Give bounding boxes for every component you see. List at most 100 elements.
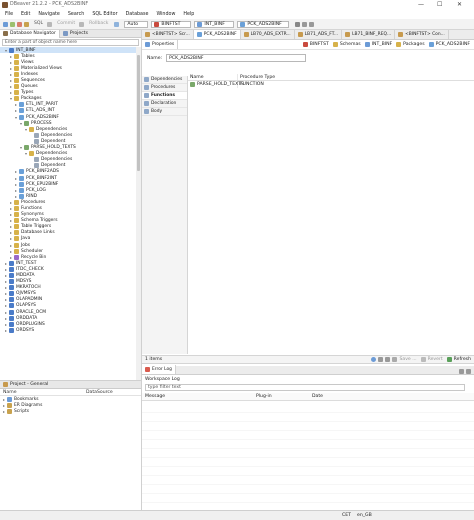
tab-database-navigator[interactable]: Database Navigator: [0, 29, 60, 38]
minimize-panel-icon[interactable]: [459, 369, 464, 374]
menu-window[interactable]: Window: [156, 12, 175, 17]
tree-node-icon: [19, 169, 24, 175]
project-col-datasource[interactable]: DataSource: [86, 390, 113, 395]
side-tab-procedures[interactable]: Procedures: [142, 84, 187, 92]
navigator-scrollbar[interactable]: [136, 47, 141, 380]
tree-node-icon: [14, 59, 19, 65]
tree-item-label: PCK_ADS2BINF: [26, 114, 59, 120]
side-tab-icon: [144, 109, 149, 114]
sql-editor-icon[interactable]: [24, 21, 29, 27]
tree-item-label: Java: [21, 236, 31, 242]
tree-item-label: Packages: [21, 96, 42, 102]
log-filter-input[interactable]: type filter text: [145, 384, 465, 391]
breadcrumb-item[interactable]: BINFTST: [302, 42, 329, 47]
project-item[interactable]: ▸ Scripts: [0, 408, 141, 414]
breadcrumb-icon: [332, 42, 338, 47]
tab-projects[interactable]: Projects: [60, 30, 91, 38]
revert-button[interactable]: Revert: [428, 357, 443, 362]
tree-item-label: Dependencies: [41, 157, 73, 163]
menu-edit[interactable]: Edit: [21, 12, 30, 17]
breadcrumb-item[interactable]: Schemas: [332, 42, 361, 47]
tree-item-label: OLAPSYS: [16, 303, 36, 309]
minimize-button[interactable]: —: [418, 1, 424, 8]
side-tab-declaration[interactable]: Declaration: [142, 100, 187, 108]
rollback-button[interactable]: Rollback: [89, 21, 108, 27]
maximize-button[interactable]: ☐: [437, 1, 442, 8]
back-icon[interactable]: [302, 21, 308, 27]
folder-icon: [7, 402, 12, 408]
breadcrumb-item[interactable]: PCK_ADS2BINF: [428, 42, 470, 47]
tree-node-icon: [14, 212, 19, 218]
editor-tab-icon: [398, 32, 404, 37]
tree-item-label: Synonyms: [21, 212, 44, 218]
search-icon[interactable]: [295, 21, 301, 27]
tree-node-icon: [9, 266, 14, 272]
editor-tab[interactable]: <BINFTST> Scr...: [142, 30, 194, 39]
menu-help[interactable]: Help: [183, 12, 194, 17]
side-tab-icon: [144, 93, 149, 98]
log-col-message[interactable]: Message: [142, 394, 254, 399]
editor-tab[interactable]: PCK_ADS2BINF: [193, 30, 241, 39]
side-tab-functions[interactable]: Functions: [142, 92, 187, 100]
new-connection-icon[interactable]: [3, 21, 8, 27]
grid-col-name[interactable]: Name: [188, 74, 238, 80]
menu-sql-editor[interactable]: SQL Editor: [92, 12, 117, 17]
disconnect-icon[interactable]: [17, 21, 22, 27]
tab-error-log[interactable]: Error Log: [142, 365, 176, 374]
log-col-date[interactable]: Date: [310, 394, 323, 399]
sql-button[interactable]: SQL: [34, 21, 43, 27]
transaction-icon[interactable]: [114, 21, 120, 27]
tree-item[interactable]: ▸ ORDSYS: [0, 327, 136, 333]
status-locale: en_GB: [357, 513, 372, 518]
grid-col-procedure-type[interactable]: Procedure Type: [238, 74, 298, 80]
menu-database[interactable]: Database: [126, 12, 149, 17]
menu-file[interactable]: File: [5, 12, 13, 17]
navigator-filter-input[interactable]: Enter a part of object name here: [2, 39, 139, 46]
side-tab-dependencies[interactable]: Dependencies: [142, 76, 187, 84]
name-field[interactable]: PCK_ADS2BINF: [166, 54, 307, 62]
commit-button[interactable]: Commit: [57, 21, 75, 27]
breadcrumb-item[interactable]: INT_BINF: [364, 42, 392, 47]
tree-node-icon: [14, 218, 19, 224]
settings-icon[interactable]: [371, 357, 377, 362]
log-col-plugin[interactable]: Plug-in: [254, 394, 310, 399]
connect-icon[interactable]: [10, 21, 15, 27]
filter-icon[interactable]: [378, 357, 384, 362]
tree-item-label: MKRATOCH: [16, 285, 41, 291]
save-button[interactable]: Save ...: [399, 357, 416, 362]
active-connection-select[interactable]: BINFTST: [151, 20, 192, 28]
editor-tab[interactable]: LB71_BINF_REQ...: [342, 30, 396, 39]
columns-icon[interactable]: [385, 357, 391, 362]
editor-tab-label: LB71_ADS_FT...: [304, 32, 339, 37]
transaction-mode-select[interactable]: Auto: [124, 20, 149, 28]
active-object-select[interactable]: PCK_ADS2BINF: [237, 20, 290, 28]
editor-tab-icon: [145, 32, 150, 37]
breadcrumb-item[interactable]: Packages: [396, 42, 425, 47]
menu-navigate[interactable]: Navigate: [38, 12, 60, 17]
project-col-name[interactable]: Name: [0, 390, 86, 395]
tree-node-icon: [19, 193, 24, 199]
active-schema-select[interactable]: INT_BINF: [194, 20, 235, 28]
function-icon: [190, 82, 195, 87]
close-button[interactable]: ✕: [457, 1, 462, 8]
navigator-icon: [3, 31, 8, 36]
status-timezone: CET: [342, 513, 351, 518]
side-tab-body[interactable]: Body: [142, 108, 187, 116]
editor-tab[interactable]: <BINFTST> Con...: [395, 30, 449, 39]
table-row[interactable]: PARSE_HOLD_TEXTS FUNCTION: [188, 81, 474, 88]
forward-icon[interactable]: [309, 21, 315, 27]
editor-tab[interactable]: LB70_ADS_EXTR...: [241, 30, 295, 39]
navigator-scrollbar-thumb[interactable]: [137, 55, 140, 171]
tab-properties[interactable]: Properties: [142, 40, 179, 49]
side-tab-icon: [144, 101, 149, 106]
tree-node-icon: [19, 181, 24, 187]
tree-node-icon: [14, 65, 19, 71]
tree-item-label: MDSYS: [16, 279, 32, 285]
refresh-button[interactable]: Refresh: [454, 357, 471, 362]
object-side-tabs: Dependencies Procedures Functions Declarati…: [142, 76, 188, 354]
maximize-panel-icon[interactable]: [466, 369, 471, 374]
breadcrumb-icon: [396, 42, 402, 47]
editor-tab[interactable]: LB71_ADS_FT...: [295, 30, 343, 39]
menu-search[interactable]: Search: [68, 12, 84, 17]
items-count: 1 items: [145, 357, 163, 362]
